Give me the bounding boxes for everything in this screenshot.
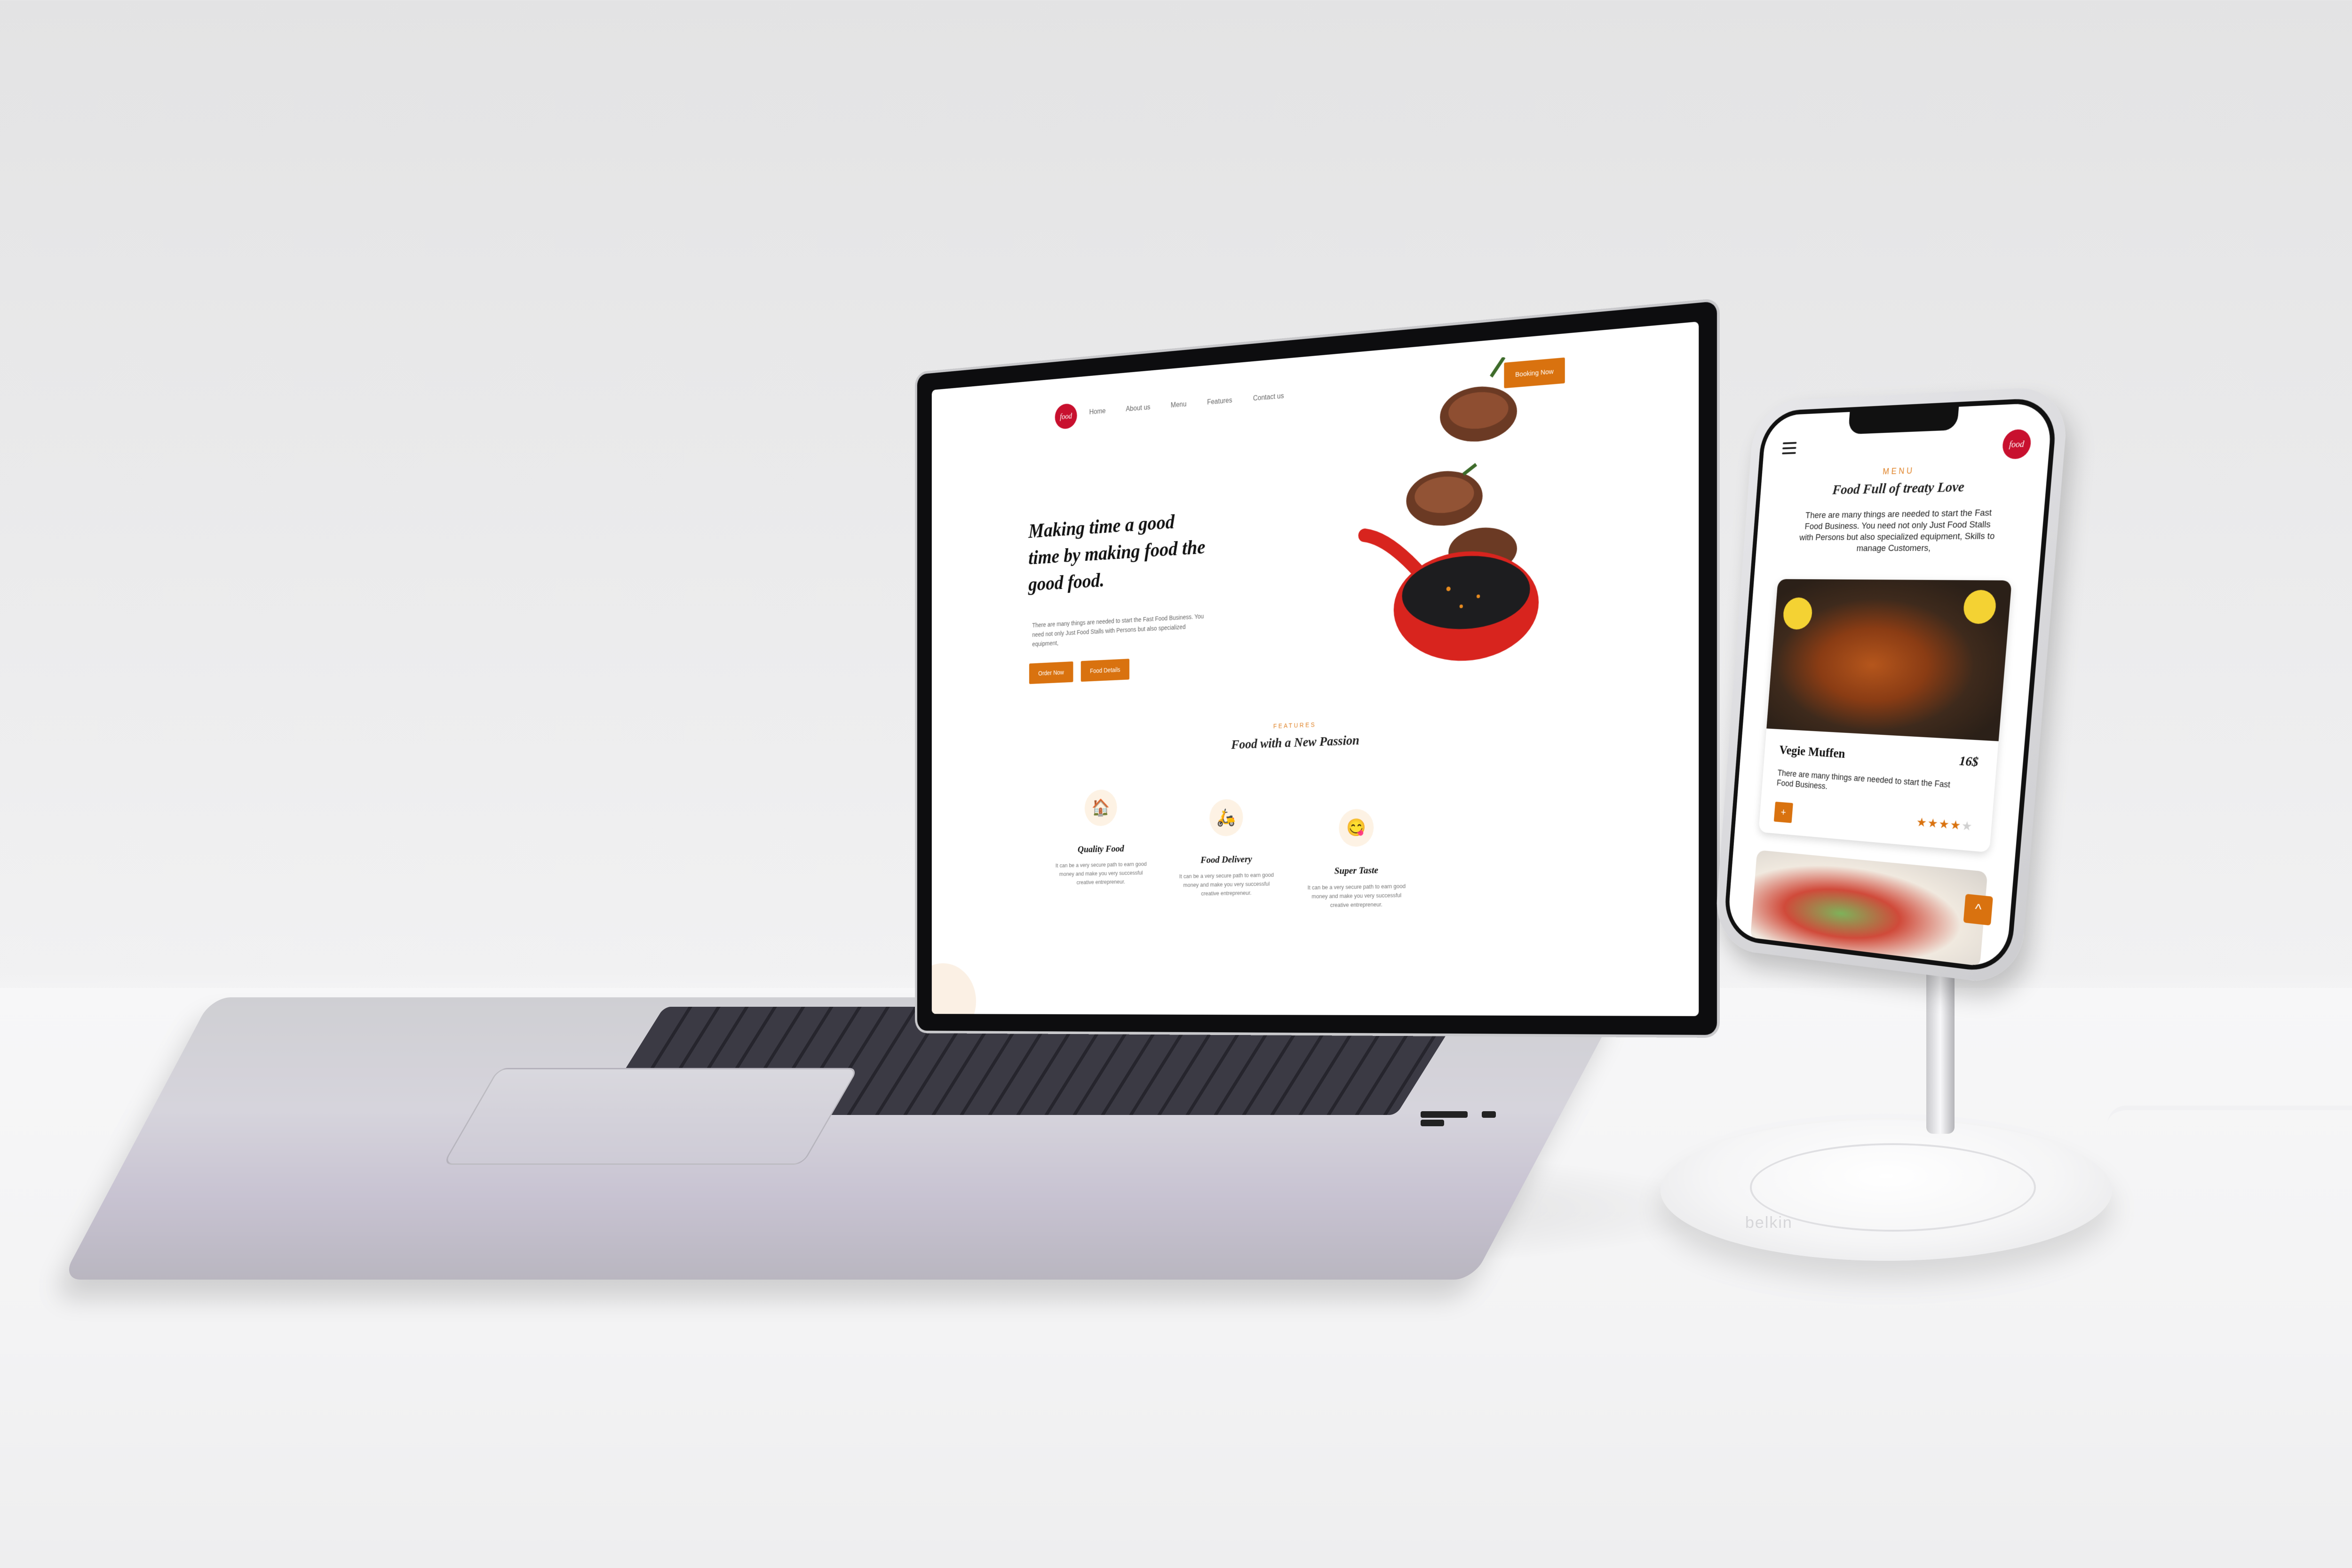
usb-c-port — [1482, 1111, 1496, 1118]
house-icon: 🏠 — [1084, 789, 1117, 827]
feature-title: Super Taste — [1334, 864, 1378, 876]
stars-empty: ★ — [1961, 818, 1974, 834]
nav-home[interactable]: Home — [1089, 407, 1106, 416]
features-row: 🏠 Quality Food It can be a very secure p… — [1051, 780, 1411, 913]
delivery-scooter-icon: 🛵 — [1209, 798, 1243, 837]
hdmi-port — [1421, 1119, 1444, 1126]
feature-text: It can be a very secure path to earn goo… — [1055, 860, 1147, 886]
steak-pan-illustration — [1352, 353, 1539, 664]
hero-buttons: Order Now Food Details — [1029, 659, 1130, 685]
rating-stars: ★★★★★ — [1916, 815, 1974, 834]
herb-sprig — [1491, 357, 1504, 376]
site-logo[interactable]: food — [1055, 403, 1077, 430]
menu-intro: There are many things are needed to star… — [1799, 508, 1995, 554]
menu-item-name: Vegie Muffen — [1779, 743, 1846, 761]
charging-stand-pad — [1750, 1143, 2036, 1232]
phone-site-logo[interactable]: food — [2001, 429, 2032, 460]
lemon — [1782, 597, 1813, 630]
stand-brand-logo: belkin — [1745, 1214, 1793, 1232]
laptop-trackpad — [442, 1068, 859, 1165]
herb-sprig-2 — [1463, 464, 1476, 474]
hamburger-menu-icon[interactable] — [1782, 442, 1797, 457]
nav-about-us[interactable]: About us — [1126, 404, 1150, 414]
menu-item-description: There are many things are needed to star… — [1776, 768, 1951, 791]
feature-text: It can be a very secure path to earn goo… — [1179, 871, 1274, 897]
menu-item-price: 16$ — [1958, 753, 1979, 770]
laptop-display: food Home About us Menu Features Contact… — [917, 301, 1717, 1035]
menu-title: Food Full of treaty Love — [1832, 478, 1965, 498]
phone-notch — [1848, 406, 1959, 435]
logo-text: food — [1060, 411, 1073, 421]
smartphone: food MENU Food Full of treaty Love There… — [1713, 385, 2070, 987]
site-navbar: food Home About us Menu Features Contact… — [932, 340, 1699, 440]
decorative-blob — [931, 963, 976, 1016]
feature-title: Food Delivery — [1200, 853, 1252, 866]
feature-card-super-taste: 😋 Super Taste It can be a very secure pa… — [1303, 808, 1411, 910]
hero-title: Making time a good time by making food t… — [1028, 510, 1206, 596]
menu-eyebrow: MENU — [1882, 466, 1915, 477]
nav-features[interactable]: Features — [1207, 397, 1232, 406]
sd-card-slot — [1421, 1111, 1468, 1118]
charger-cable — [2107, 1106, 2352, 1124]
salad-image-card[interactable] — [1750, 850, 1988, 968]
nav-contact-us[interactable]: Contact us — [1253, 392, 1284, 403]
food-details-button[interactable]: Food Details — [1081, 659, 1130, 682]
nav-menu[interactable]: Menu — [1171, 400, 1186, 410]
laptop-ports — [1421, 1110, 1515, 1126]
stars-filled: ★★★★ — [1915, 814, 1963, 833]
roast-chicken-image — [1766, 579, 2012, 741]
feature-text: It can be a very secure path to earn goo… — [1307, 883, 1406, 908]
feature-title: Quality Food — [1078, 843, 1124, 855]
lemon — [1962, 589, 1997, 624]
website-viewport: food Home About us Menu Features Contact… — [931, 321, 1699, 1016]
scroll-to-top-button[interactable]: ^ — [1963, 893, 1993, 926]
hero-description: There are many things are needed to star… — [1032, 613, 1204, 648]
add-to-cart-button[interactable]: + — [1773, 802, 1793, 823]
charging-stand-pole — [1926, 950, 1955, 1134]
logo-text: food — [2009, 438, 2025, 449]
feature-card-quality-food: 🏠 Quality Food It can be a very secure p… — [1051, 788, 1152, 913]
yum-face-icon: 😋 — [1339, 808, 1374, 847]
nav-links: Home About us Menu Features Contact us — [1089, 392, 1284, 417]
order-now-button[interactable]: Order Now — [1029, 661, 1073, 685]
phone-viewport: food MENU Food Full of treaty Love There… — [1723, 397, 2058, 975]
feature-card-food-delivery: 🛵 Food Delivery It can be a very secure … — [1175, 798, 1279, 912]
menu-item-card[interactable]: Vegie Muffen 16$ There are many things a… — [1758, 579, 2012, 853]
